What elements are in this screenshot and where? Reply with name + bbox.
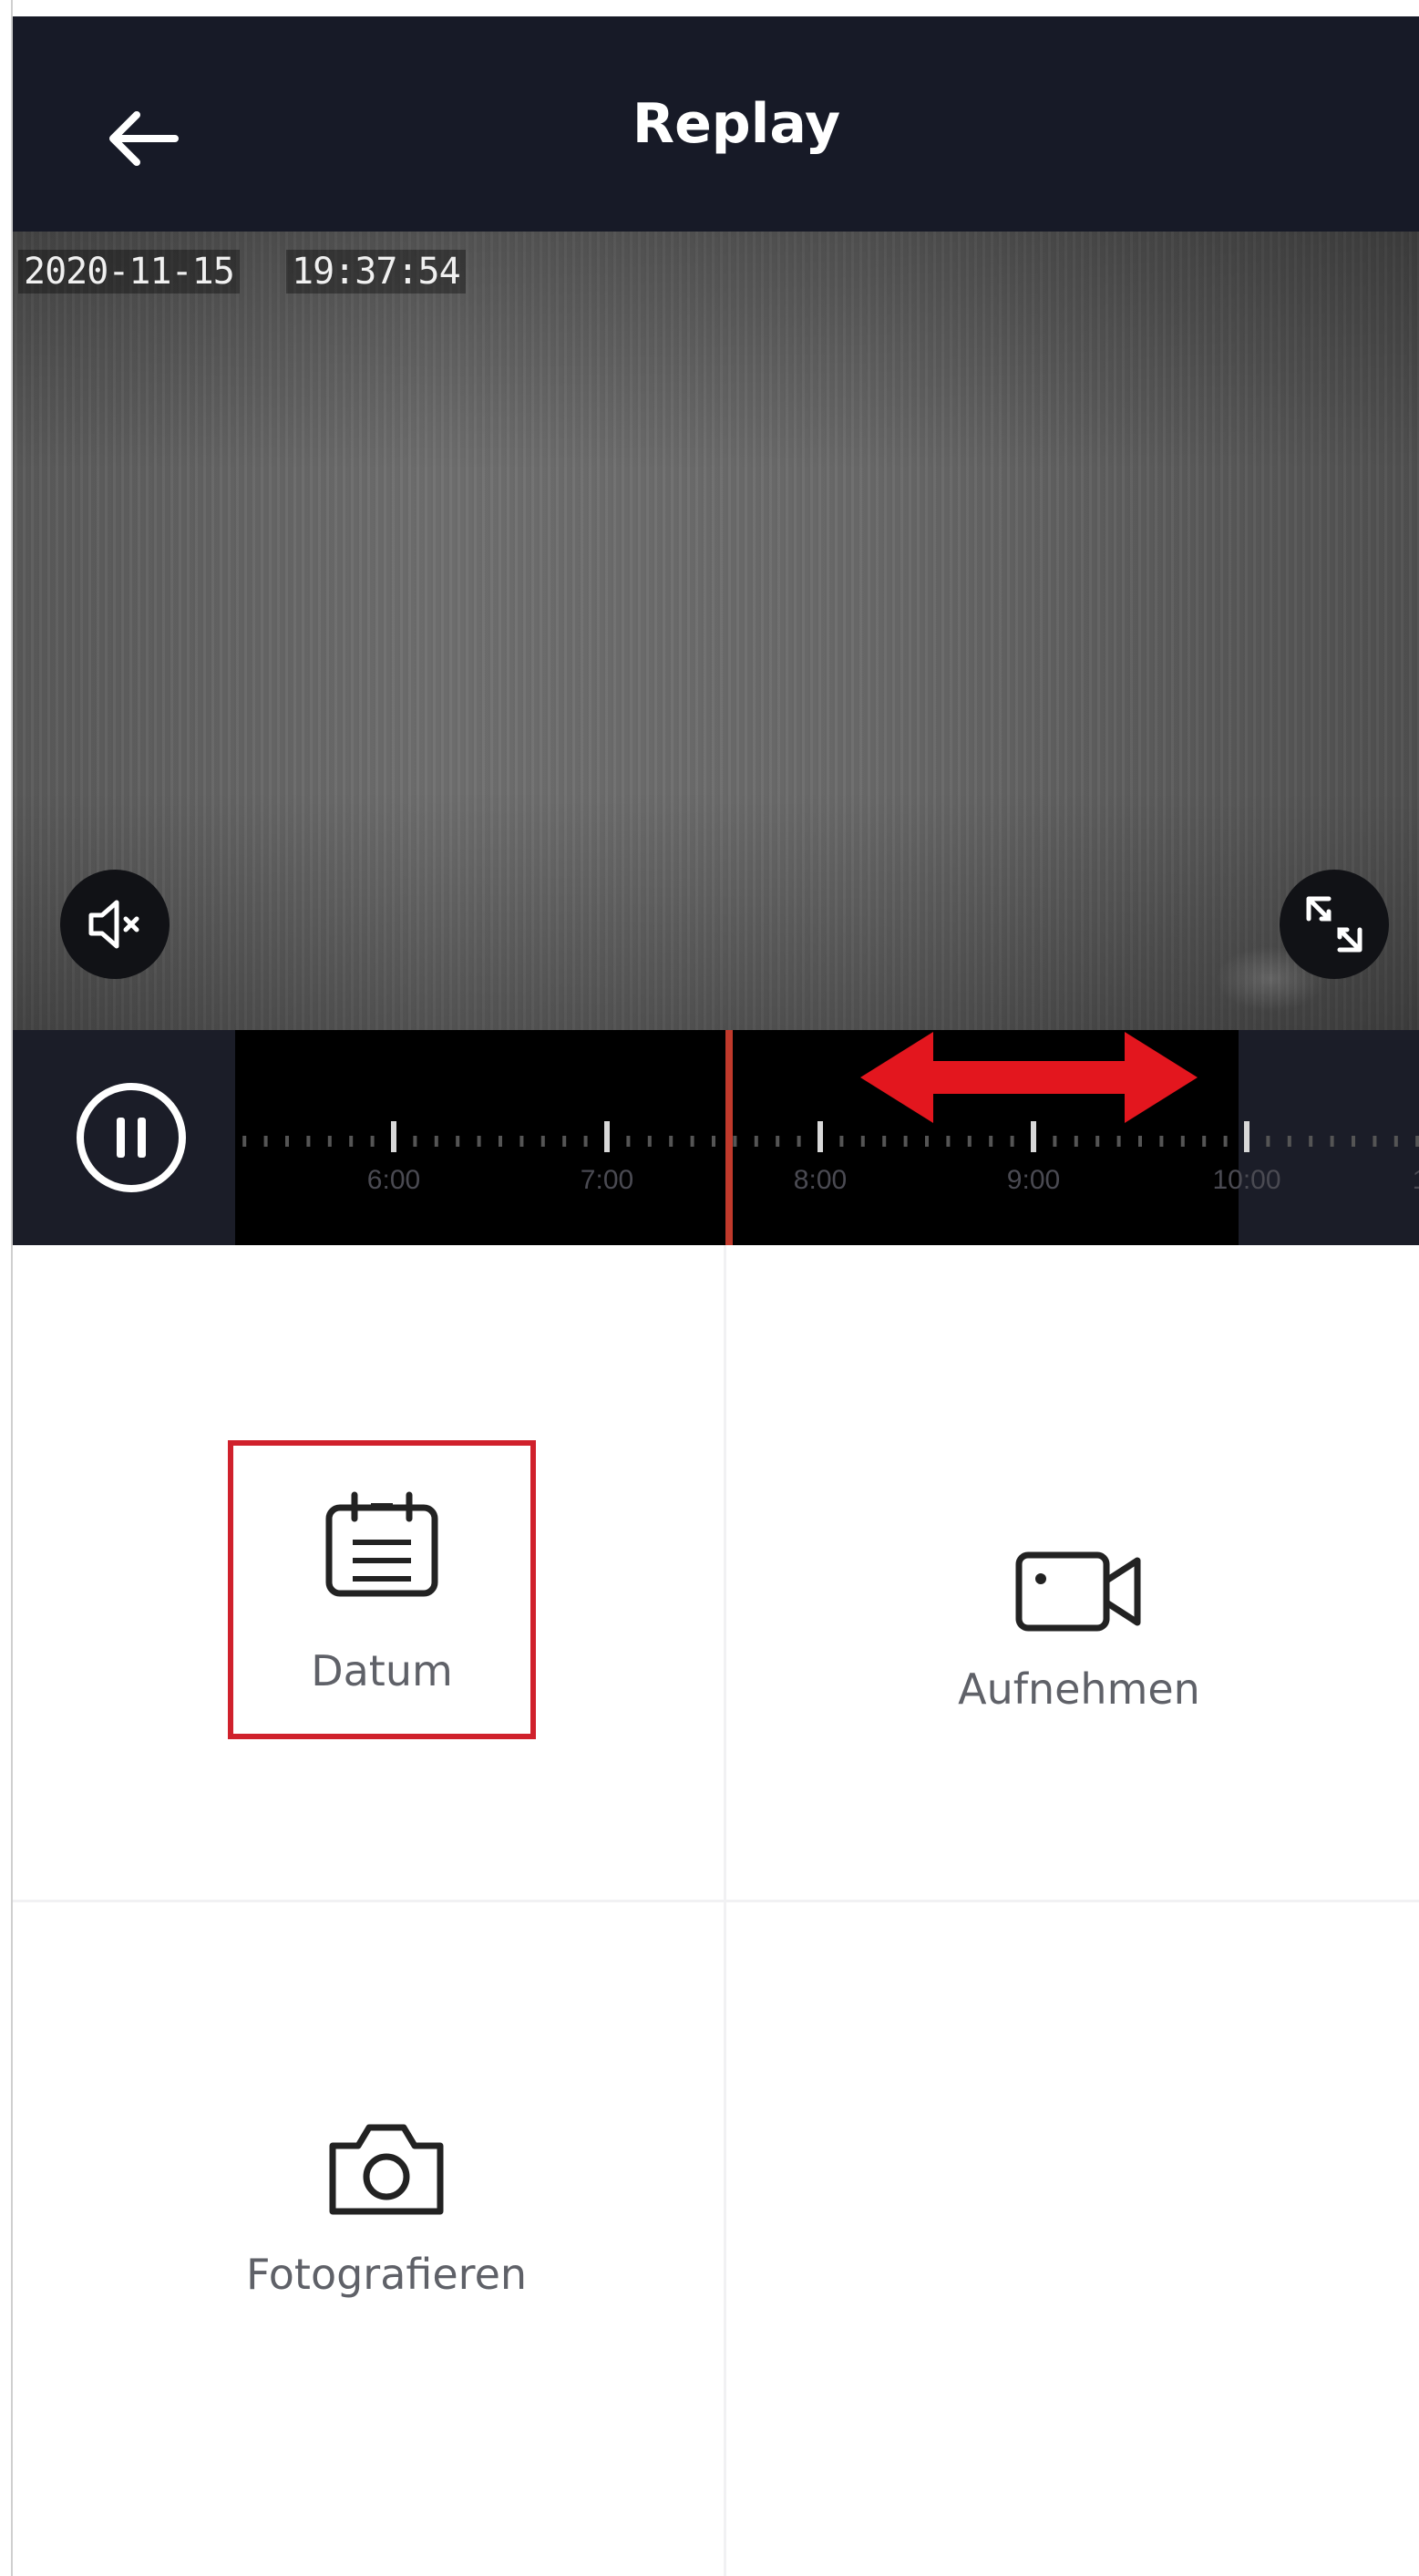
timeline-minor-tick: [1373, 1136, 1377, 1147]
timeline-minor-tick: [477, 1136, 481, 1147]
speaker-muted-icon: [88, 900, 139, 949]
timeline-minor-tick: [562, 1136, 567, 1147]
timeline-minor-tick: [370, 1136, 375, 1147]
double-arrow-icon: [860, 1032, 1198, 1123]
timeline-major-tick: [817, 1121, 823, 1152]
photo-button[interactable]: Fotografieren: [213, 2120, 560, 2357]
timeline-minor-tick: [1393, 1136, 1398, 1147]
timeline-minor-tick: [797, 1136, 801, 1147]
video-camera-icon: [1015, 1551, 1141, 1632]
timeline-minor-tick: [839, 1136, 844, 1147]
left-margin: [0, 0, 13, 2576]
calendar-icon: [325, 1491, 438, 1597]
top-margin: [0, 0, 1419, 16]
timeline-minor-tick: [306, 1136, 311, 1147]
fullscreen-icon: [1306, 896, 1362, 953]
fullscreen-button[interactable]: [1280, 870, 1389, 979]
video-vignette: [13, 232, 1419, 1030]
timeline-minor-tick: [327, 1136, 332, 1147]
timeline-minor-tick: [712, 1136, 715, 1147]
timeline-minor-tick: [669, 1136, 674, 1147]
timeline-minor-tick: [540, 1136, 545, 1147]
pause-button[interactable]: [69, 1076, 193, 1200]
photo-label: Fotografieren: [245, 2250, 528, 2299]
timeline-major-tick: [1244, 1121, 1249, 1152]
timeline-minor-tick: [1223, 1136, 1228, 1147]
camera-icon: [329, 2124, 444, 2215]
timeline-major-tick: [604, 1121, 610, 1152]
video-time-overlay: 19:37:54: [286, 250, 466, 294]
timeline-minor-tick: [1309, 1136, 1313, 1147]
video-date-overlay: 2020-11-15: [18, 250, 240, 294]
timeline-minor-tick: [583, 1136, 588, 1147]
tick-label: 6:00: [366, 1165, 421, 1195]
timeline-track[interactable]: 6:00 7:00 8:00 9:00 10:00 1: [235, 1030, 1419, 1245]
timeline-ticks: [242, 1121, 1419, 1152]
mute-button[interactable]: [60, 870, 170, 979]
timeline-bar: 6:00 7:00 8:00 9:00 10:00 1: [13, 1030, 1419, 1245]
timeline-minor-tick: [626, 1136, 631, 1147]
timeline-minor-tick: [647, 1136, 652, 1147]
timeline-minor-tick: [349, 1136, 354, 1147]
action-grid: Datum Aufnehmen Fotografieren: [13, 1245, 1419, 2576]
grid-divider-horizontal: [13, 1900, 1419, 1902]
datum-label: Datum: [311, 1646, 453, 1695]
pause-icon: [77, 1083, 186, 1192]
timeline-major-tick: [391, 1121, 396, 1152]
timeline-minor-tick: [434, 1136, 438, 1147]
timeline-minor-tick: [1415, 1136, 1419, 1147]
tick-label: 7:00: [580, 1165, 634, 1195]
datum-button[interactable]: Datum: [228, 1440, 536, 1739]
app-screen: Replay 2020-11-15 19:37:54 6:00 7:00 8:0…: [0, 0, 1419, 2576]
timeline-minor-tick: [1330, 1136, 1334, 1147]
timeline-minor-tick: [776, 1136, 780, 1147]
record-label: Aufnehmen: [958, 1664, 1200, 1714]
top-bar: Replay: [13, 16, 1419, 232]
timeline-minor-tick: [263, 1136, 268, 1147]
timeline-minor-tick: [1287, 1136, 1291, 1147]
timeline-minor-tick: [1352, 1136, 1355, 1147]
timeline-minor-tick: [1266, 1136, 1270, 1147]
timeline-minor-tick: [754, 1136, 758, 1147]
timeline-minor-tick: [285, 1136, 289, 1147]
timeline-minor-tick: [690, 1136, 694, 1147]
record-button[interactable]: Aufnehmen: [915, 1473, 1243, 1714]
timeline-minor-tick: [456, 1136, 460, 1147]
timeline-playhead[interactable]: [725, 1030, 733, 1245]
video-player[interactable]: 2020-11-15 19:37:54: [13, 232, 1419, 1030]
timeline-minor-tick: [499, 1136, 502, 1147]
grid-divider-vertical: [724, 1245, 726, 2576]
timeline-minor-tick: [519, 1136, 524, 1147]
timeline-minor-tick: [733, 1136, 737, 1147]
tick-label: 1: [1365, 1165, 1419, 1196]
timeline-minor-tick: [242, 1136, 247, 1147]
timeline-minor-tick: [413, 1136, 417, 1147]
page-title: Replay: [632, 92, 841, 156]
